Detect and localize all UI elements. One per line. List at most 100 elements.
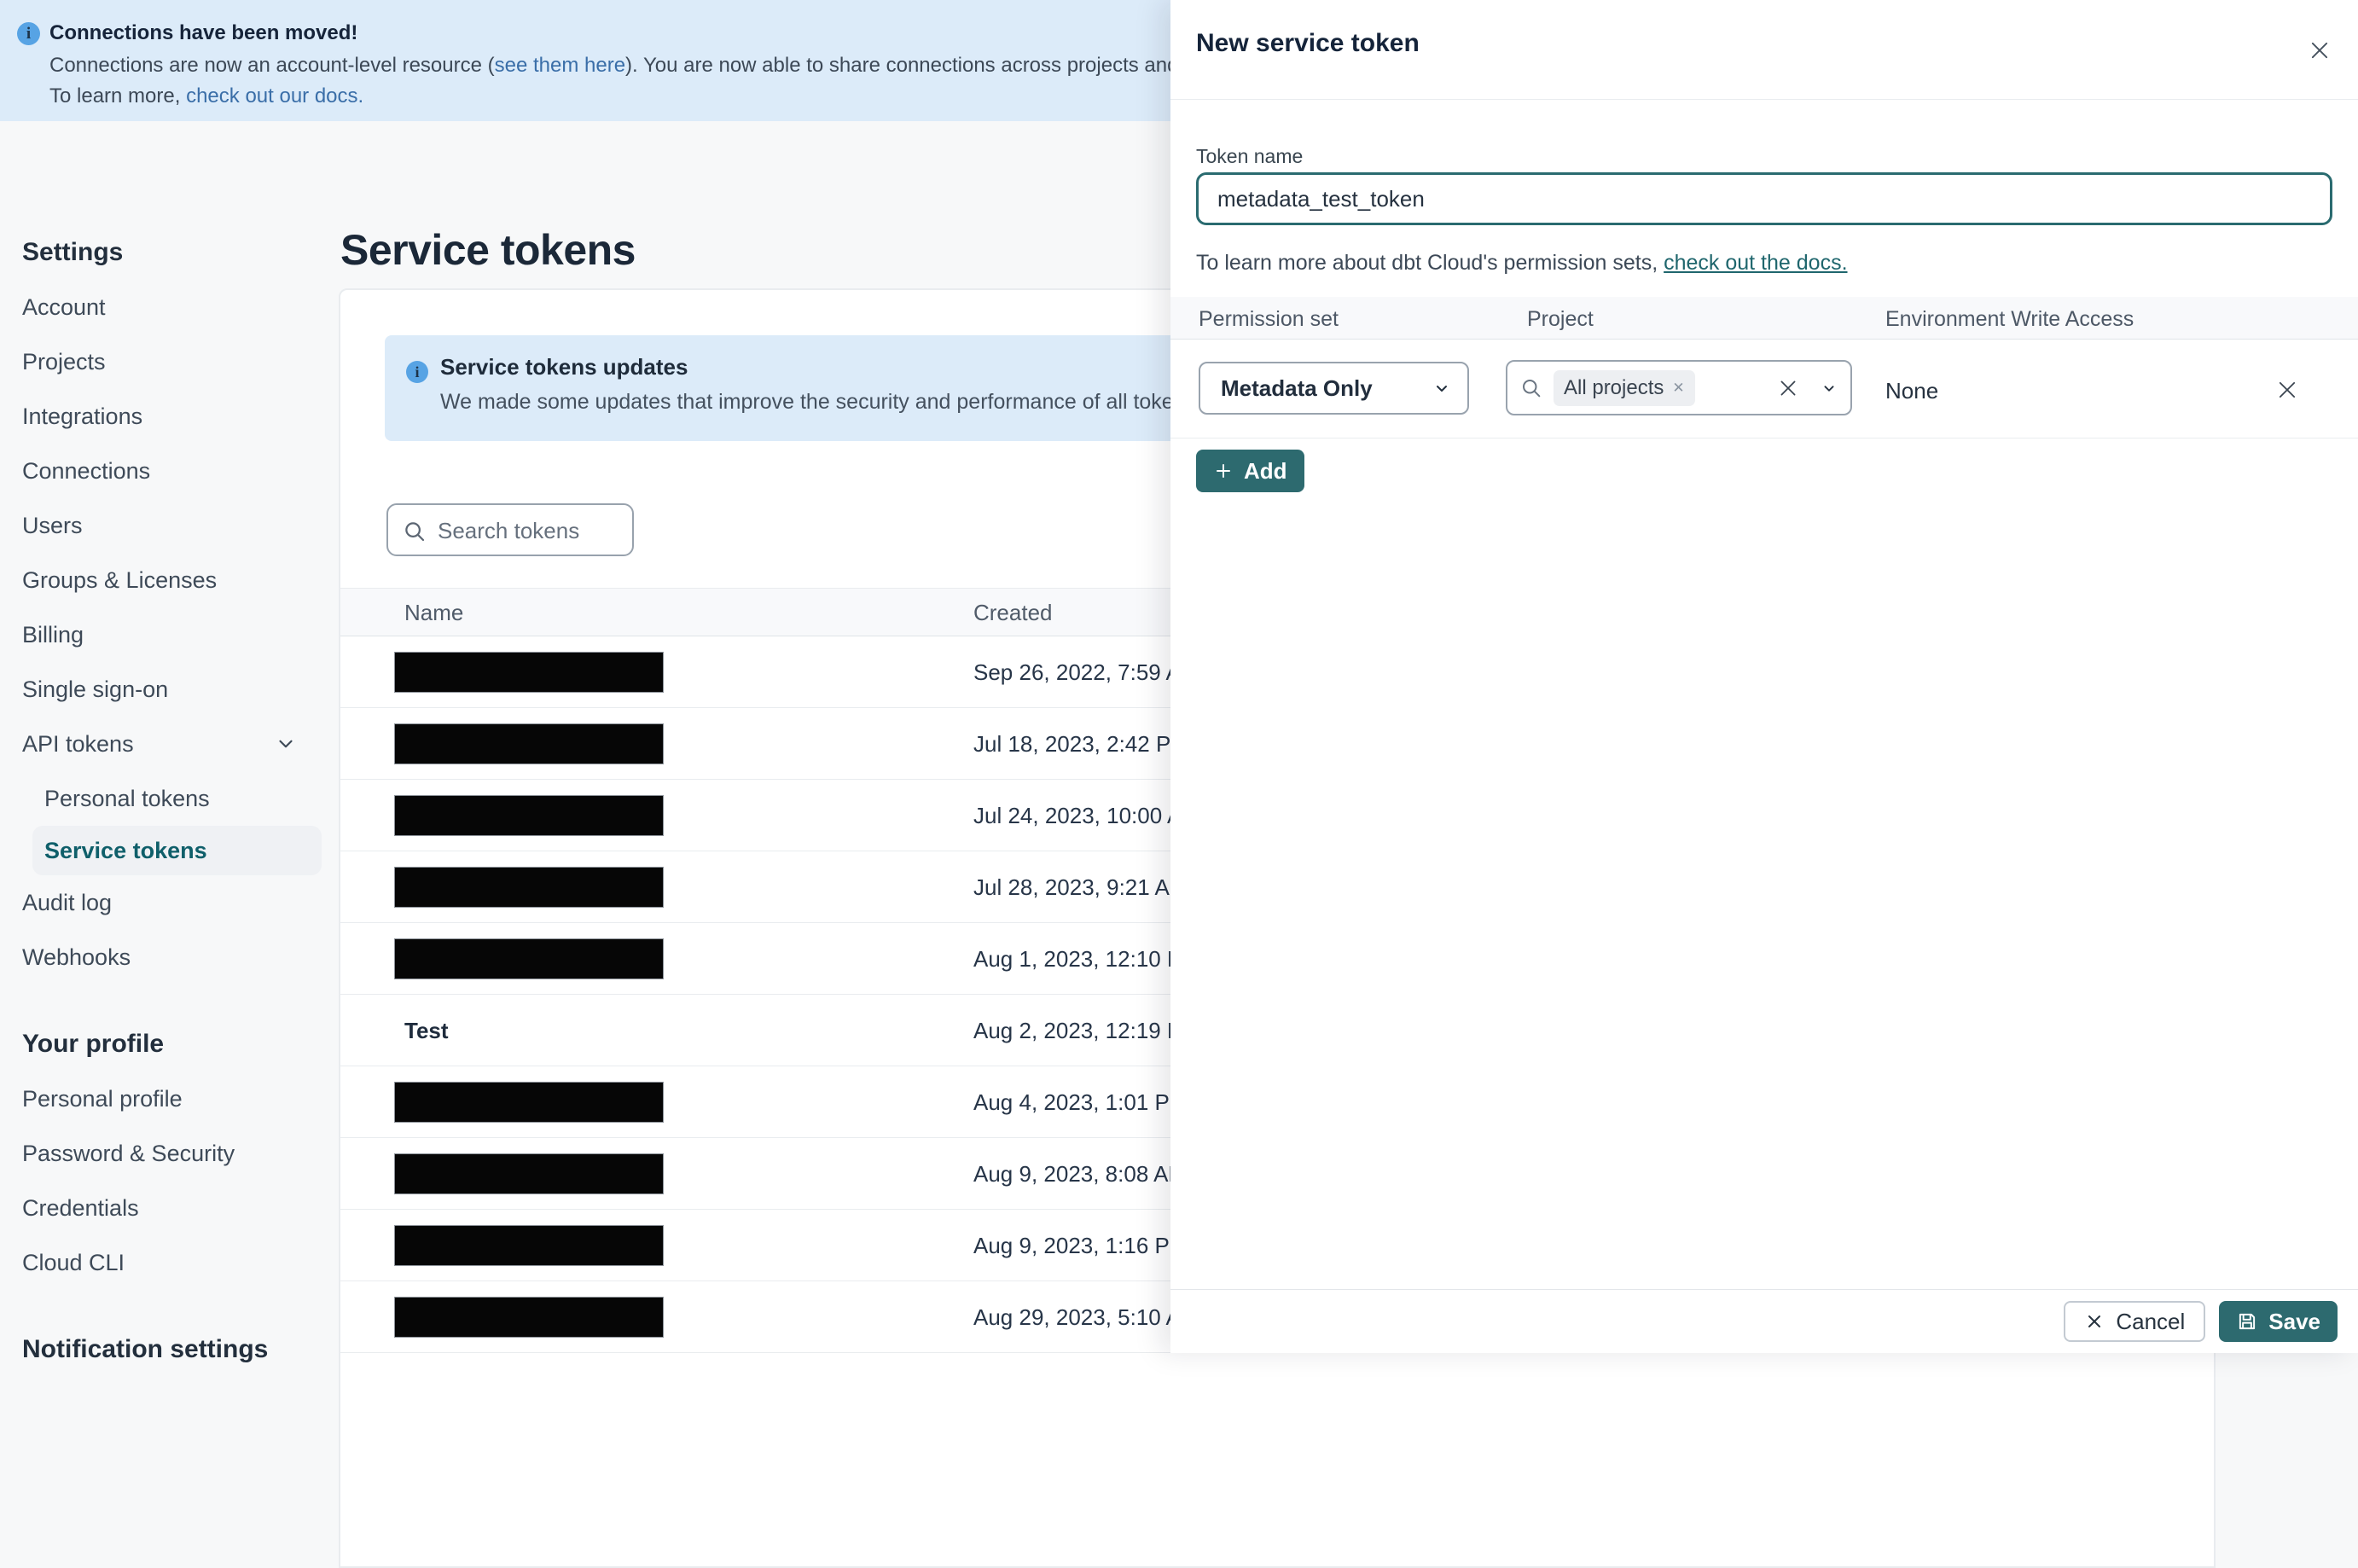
cancel-button-label: Cancel: [2116, 1308, 2186, 1334]
check-out-the-docs-link[interactable]: check out the docs.: [1664, 251, 1847, 275]
sidebar-item[interactable]: Users: [0, 498, 338, 553]
new-service-token-panel: New service token Token name To learn mo…: [1170, 0, 2358, 1353]
notice-body: We made some updates that improve the se…: [440, 390, 1274, 414]
sidebar-item[interactable]: Credentials: [0, 1181, 338, 1235]
chevron-down-icon[interactable]: [275, 733, 297, 755]
plus-icon: [1217, 464, 1230, 478]
redacted-token-name: [394, 938, 664, 979]
token-name-label: Token name: [1196, 145, 1304, 167]
save-icon: [2239, 1313, 2256, 1330]
panel-title: New service token: [1196, 29, 1420, 57]
banner-title: Connections have been moved!: [49, 21, 358, 44]
redacted-token-name: [394, 1153, 664, 1194]
project-chip: All projects ✕: [1554, 369, 1695, 406]
divider: [1170, 99, 2358, 100]
check-out-docs-link[interactable]: check out our docs.: [186, 84, 363, 107]
search-icon: [1523, 379, 1541, 397]
sidebar-item: Your profile: [0, 1017, 338, 1071]
save-button-label: Save: [2268, 1308, 2320, 1334]
clear-selection-icon[interactable]: [1777, 377, 1799, 399]
sidebar-item-label: Audit log: [22, 889, 113, 915]
sidebar-item-label: Your profile: [22, 1030, 165, 1058]
sidebar-item-label: Integrations: [22, 403, 143, 429]
notice-title: Service tokens updates: [440, 354, 688, 380]
settings-sidebar: Settings Account Projects Integrations C…: [0, 121, 338, 1363]
see-them-here-link[interactable]: see them here: [495, 54, 625, 77]
sidebar-item-label: Cloud CLI: [22, 1249, 125, 1275]
sidebar-item[interactable]: Single sign-on: [0, 662, 338, 717]
sidebar-item-label: Account: [22, 293, 106, 320]
chevron-down-icon: [1437, 386, 1447, 392]
sidebar-item[interactable]: API tokens: [0, 717, 338, 771]
info-icon: i: [406, 361, 428, 383]
search-icon: [405, 522, 425, 542]
sidebar-item-label: Personal profile: [22, 1085, 183, 1112]
page-title: Service tokens: [340, 225, 636, 274]
sidebar-item-label: Webhooks: [22, 944, 131, 970]
save-button[interactable]: Save: [2219, 1301, 2338, 1342]
project-chip-remove-icon[interactable]: ✕: [1672, 380, 1684, 395]
sidebar-item-label: Users: [22, 512, 83, 538]
sidebar-item[interactable]: Service tokens: [32, 826, 322, 875]
redacted-token-name: [394, 652, 664, 693]
permission-set-select[interactable]: Metadata Only: [1199, 362, 1469, 415]
project-multiselect[interactable]: All projects ✕: [1506, 360, 1852, 415]
redacted-token-name: [394, 867, 664, 908]
token-name: Test: [404, 1018, 449, 1043]
sidebar-item-label: Projects: [22, 348, 106, 375]
sidebar-item[interactable]: Projects: [0, 334, 338, 389]
sidebar-item: Notification settings: [0, 1322, 338, 1377]
remove-row-icon[interactable]: [2273, 375, 2302, 404]
column-header-created: Created: [973, 600, 1053, 625]
sidebar-item[interactable]: Billing: [0, 607, 338, 662]
redacted-token-name: [394, 1297, 664, 1338]
permission-row: Metadata Only All projects ✕ None: [1170, 340, 2358, 438]
sidebar-item[interactable]: Audit log: [0, 875, 338, 930]
banner-text: To learn more,: [49, 84, 187, 107]
cancel-x-icon: [2088, 1315, 2101, 1327]
add-button-label: Add: [1244, 457, 1287, 484]
column-header-environment-write-access: Environment Write Access: [1885, 307, 2134, 331]
sidebar-item[interactable]: Personal profile: [0, 1071, 338, 1126]
sidebar-item-label: Credentials: [22, 1194, 139, 1221]
redacted-token-name: [394, 795, 664, 836]
sidebar-item-label: Service tokens: [44, 837, 207, 863]
add-permission-button[interactable]: Add: [1196, 450, 1304, 492]
redacted-token-name: [394, 1082, 664, 1123]
token-created-date: Jul 24, 2023, 10:00 AM: [973, 803, 1200, 828]
info-icon: i: [17, 22, 40, 45]
banner-text-line: To learn more, check out our docs.: [49, 84, 363, 108]
sidebar-item[interactable]: Connections: [0, 444, 338, 498]
sidebar-item-label: Personal tokens: [44, 785, 210, 811]
sidebar-item: Settings: [0, 225, 338, 280]
sidebar-item-label: Single sign-on: [22, 676, 169, 702]
redacted-token-name: [394, 1225, 664, 1266]
sidebar-item-label: Connections: [22, 457, 151, 484]
panel-footer: Cancel Save: [1170, 1289, 2358, 1353]
sidebar-item[interactable]: Account: [0, 280, 338, 334]
sidebar-item[interactable]: Personal tokens: [0, 771, 338, 826]
sidebar-item[interactable]: Cloud CLI: [0, 1235, 338, 1290]
permission-helper-text: To learn more about dbt Cloud's permissi…: [1196, 251, 1848, 276]
sidebar-item[interactable]: Password & Security: [0, 1126, 338, 1181]
cancel-button[interactable]: Cancel: [2064, 1301, 2206, 1342]
sidebar-item-label: Notification settings: [22, 1335, 269, 1363]
banner-text-line: Connections are now an account-level res…: [49, 54, 1316, 78]
sidebar-item-label: API tokens: [22, 730, 134, 757]
column-header-name: Name: [404, 600, 464, 625]
sidebar-item[interactable]: Webhooks: [0, 930, 338, 984]
sidebar-item[interactable]: Integrations: [0, 389, 338, 444]
project-chip-label: All projects: [1564, 375, 1664, 399]
permission-set-value: Metadata Only: [1221, 375, 1373, 401]
search-input[interactable]: [436, 508, 623, 553]
close-icon[interactable]: [2305, 36, 2334, 65]
token-name-input[interactable]: [1196, 172, 2332, 225]
helper-text: To learn more about dbt Cloud's permissi…: [1196, 251, 1664, 275]
chevron-down-icon[interactable]: [1820, 379, 1838, 398]
sidebar-item[interactable]: Groups & Licenses: [0, 553, 338, 607]
column-header-permission-set: Permission set: [1199, 307, 1339, 331]
banner-text: Connections are now an account-level res…: [49, 54, 495, 77]
environment-write-access-value: None: [1885, 378, 1939, 404]
search-tokens-box: [386, 503, 634, 556]
column-header-project: Project: [1527, 307, 1594, 331]
